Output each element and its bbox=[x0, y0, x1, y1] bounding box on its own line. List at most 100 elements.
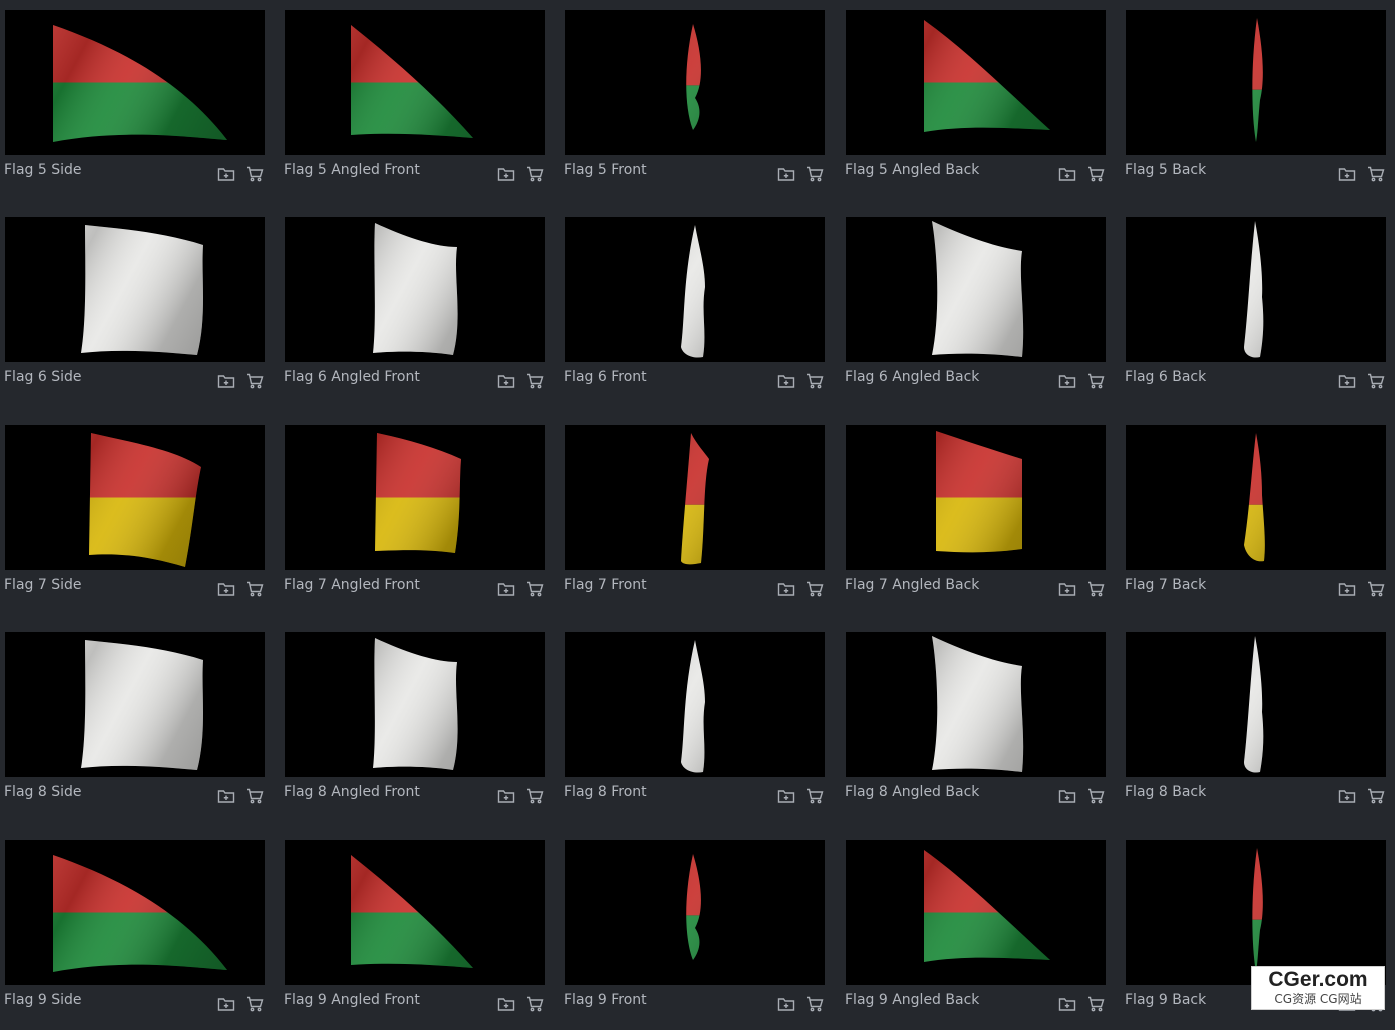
folder-plus-icon[interactable] bbox=[1058, 581, 1076, 597]
cart-icon[interactable] bbox=[526, 166, 544, 182]
folder-plus-icon[interactable] bbox=[497, 581, 515, 597]
asset-thumbnail[interactable] bbox=[1126, 840, 1386, 985]
folder-plus-icon[interactable] bbox=[777, 373, 795, 389]
asset-card-flag-5-front: Flag 5 Front bbox=[560, 0, 826, 200]
asset-thumbnail[interactable] bbox=[846, 632, 1106, 777]
cart-icon[interactable] bbox=[526, 996, 544, 1012]
asset-grid: Flag 5 Side Flag 5 Angled Front Flag 5 Fro… bbox=[0, 0, 1395, 1019]
asset-thumbnail[interactable] bbox=[5, 632, 265, 777]
asset-thumbnail[interactable] bbox=[846, 425, 1106, 570]
asset-actions bbox=[777, 788, 824, 804]
cart-icon[interactable] bbox=[1087, 996, 1105, 1012]
folder-plus-icon[interactable] bbox=[777, 581, 795, 597]
asset-actions bbox=[777, 373, 824, 389]
asset-card-flag-7-angled-back: Flag 7 Angled Back bbox=[841, 415, 1107, 615]
cart-icon[interactable] bbox=[1367, 373, 1385, 389]
folder-plus-icon[interactable] bbox=[217, 166, 235, 182]
asset-thumbnail[interactable] bbox=[5, 425, 265, 570]
asset-thumbnail[interactable] bbox=[846, 217, 1106, 362]
cart-icon[interactable] bbox=[246, 581, 264, 597]
asset-card-flag-7-back: Flag 7 Back bbox=[1121, 415, 1387, 615]
asset-thumbnail[interactable] bbox=[565, 217, 825, 362]
cart-icon[interactable] bbox=[246, 166, 264, 182]
folder-plus-icon[interactable] bbox=[217, 581, 235, 597]
folder-plus-icon[interactable] bbox=[217, 996, 235, 1012]
cart-icon[interactable] bbox=[1087, 373, 1105, 389]
cart-icon[interactable] bbox=[1087, 166, 1105, 182]
cart-icon[interactable] bbox=[806, 788, 824, 804]
asset-thumbnail[interactable] bbox=[5, 840, 265, 985]
cart-icon[interactable] bbox=[1087, 581, 1105, 597]
asset-thumbnail[interactable] bbox=[565, 10, 825, 155]
asset-thumbnail[interactable] bbox=[5, 10, 265, 155]
cart-icon[interactable] bbox=[1367, 788, 1385, 804]
cart-icon[interactable] bbox=[806, 373, 824, 389]
asset-thumbnail[interactable] bbox=[1126, 632, 1386, 777]
asset-card-flag-8-front: Flag 8 Front bbox=[560, 622, 826, 822]
folder-plus-icon[interactable] bbox=[1058, 166, 1076, 182]
watermark-logo: CGer.com CG资源 CG网站 bbox=[1251, 966, 1385, 1010]
asset-card-flag-9-side: Flag 9 Side bbox=[0, 830, 266, 1030]
flag-preview-graphic bbox=[681, 640, 705, 773]
folder-plus-icon[interactable] bbox=[217, 373, 235, 389]
folder-plus-icon[interactable] bbox=[777, 996, 795, 1012]
folder-plus-icon[interactable] bbox=[1058, 788, 1076, 804]
folder-plus-icon[interactable] bbox=[1058, 373, 1076, 389]
asset-thumbnail[interactable] bbox=[1126, 425, 1386, 570]
cart-icon[interactable] bbox=[526, 788, 544, 804]
folder-plus-icon[interactable] bbox=[497, 788, 515, 804]
asset-thumbnail[interactable] bbox=[565, 425, 825, 570]
cart-icon[interactable] bbox=[806, 996, 824, 1012]
flag-preview-graphic bbox=[686, 854, 701, 960]
cart-icon[interactable] bbox=[1367, 166, 1385, 182]
folder-plus-icon[interactable] bbox=[1338, 373, 1356, 389]
cart-icon[interactable] bbox=[806, 166, 824, 182]
folder-plus-icon[interactable] bbox=[217, 788, 235, 804]
flag-shading bbox=[681, 225, 705, 358]
flag-shading bbox=[351, 855, 473, 968]
flag-shading bbox=[681, 433, 709, 565]
cart-icon[interactable] bbox=[806, 581, 824, 597]
asset-card-flag-6-angled-back: Flag 6 Angled Back bbox=[841, 207, 1107, 407]
asset-thumbnail[interactable] bbox=[565, 840, 825, 985]
asset-thumbnail[interactable] bbox=[846, 10, 1106, 155]
flag-preview-graphic bbox=[924, 20, 1050, 132]
cart-icon[interactable] bbox=[526, 373, 544, 389]
asset-card-flag-7-side: Flag 7 Side bbox=[0, 415, 266, 615]
folder-plus-icon[interactable] bbox=[777, 788, 795, 804]
cart-icon[interactable] bbox=[1087, 788, 1105, 804]
folder-plus-icon[interactable] bbox=[1338, 166, 1356, 182]
flag-shading bbox=[924, 850, 1050, 962]
asset-thumbnail[interactable] bbox=[285, 632, 545, 777]
cart-icon[interactable] bbox=[1367, 581, 1385, 597]
asset-card-flag-5-side: Flag 5 Side bbox=[0, 0, 266, 200]
asset-title: Flag 5 Back bbox=[1125, 162, 1207, 178]
watermark-sub-text: CG资源 CG网站 bbox=[1274, 992, 1362, 1006]
folder-plus-icon[interactable] bbox=[497, 373, 515, 389]
folder-plus-icon[interactable] bbox=[1058, 996, 1076, 1012]
asset-card-flag-9-angled-front: Flag 9 Angled Front bbox=[280, 830, 546, 1030]
folder-plus-icon[interactable] bbox=[497, 166, 515, 182]
asset-thumbnail[interactable] bbox=[846, 840, 1106, 985]
cart-icon[interactable] bbox=[246, 996, 264, 1012]
cart-icon[interactable] bbox=[526, 581, 544, 597]
asset-actions bbox=[217, 996, 264, 1012]
asset-actions bbox=[497, 166, 544, 182]
folder-plus-icon[interactable] bbox=[1338, 581, 1356, 597]
asset-thumbnail[interactable] bbox=[285, 840, 545, 985]
asset-thumbnail[interactable] bbox=[1126, 10, 1386, 155]
cart-icon[interactable] bbox=[246, 373, 264, 389]
flag-shading bbox=[373, 223, 458, 355]
folder-plus-icon[interactable] bbox=[777, 166, 795, 182]
asset-thumbnail[interactable] bbox=[565, 632, 825, 777]
folder-plus-icon[interactable] bbox=[497, 996, 515, 1012]
asset-thumbnail[interactable] bbox=[1126, 217, 1386, 362]
asset-thumbnail[interactable] bbox=[5, 217, 265, 362]
asset-title: Flag 8 Back bbox=[1125, 784, 1207, 800]
cart-icon[interactable] bbox=[246, 788, 264, 804]
flag-shading bbox=[351, 25, 473, 138]
asset-thumbnail[interactable] bbox=[285, 217, 545, 362]
folder-plus-icon[interactable] bbox=[1338, 788, 1356, 804]
asset-thumbnail[interactable] bbox=[285, 10, 545, 155]
asset-thumbnail[interactable] bbox=[285, 425, 545, 570]
